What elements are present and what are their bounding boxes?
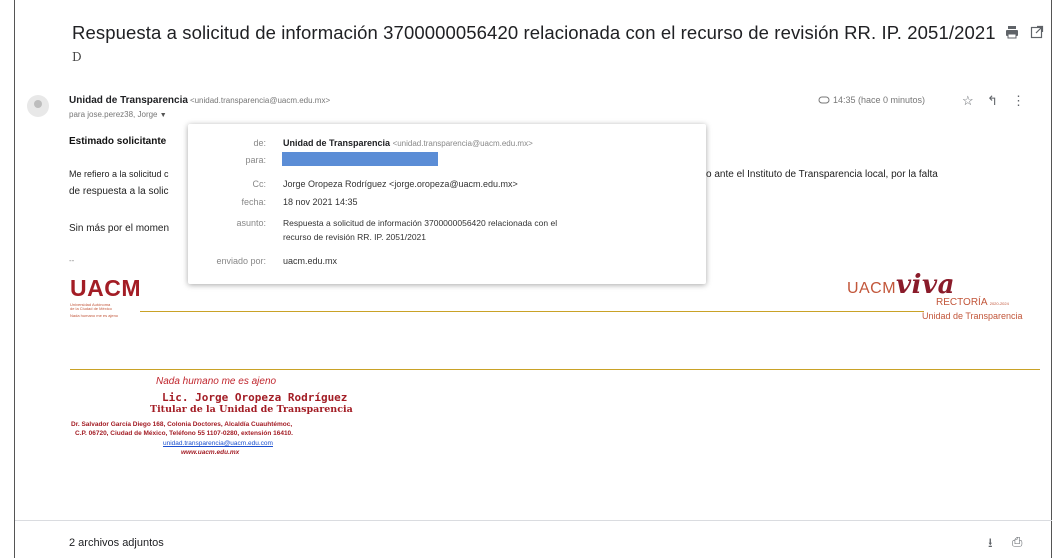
uacm-viva-text: UACM (846, 280, 897, 297)
popup-para-label: para: (245, 155, 266, 165)
add-to-drive-icon[interactable]: ⎙ (1012, 534, 1022, 550)
sender-name[interactable]: Unidad de Transparencia (69, 95, 188, 106)
signature-title: Titular de la Unidad de Transparencia (150, 404, 353, 415)
popup-cc-label: Cc: (252, 179, 267, 189)
signature-email-link[interactable]: unidad.transparencia@uacm.edu.com (163, 440, 273, 447)
popup-fecha-value: 18 nov 2021 14:35 (283, 197, 358, 207)
open-in-new-window-icon[interactable] (1029, 24, 1045, 40)
signature-address-1: Dr. Salvador García Diego 168, Colonia D… (71, 421, 293, 428)
email-greeting: Estimado solicitante (69, 136, 167, 147)
attachment-indicator-icon (818, 95, 830, 107)
uacm-logo: UACM (70, 275, 141, 301)
popup-de-value: Unidad de Transparencia <unidad.transpar… (283, 138, 533, 148)
star-icon[interactable]: ☆ (962, 93, 974, 109)
subject-label-icon[interactable]: D (72, 50, 82, 64)
rectoria-text: RECTORÍA (936, 297, 987, 308)
recipients-text: para jose.perez38, Jorge (69, 110, 158, 119)
popup-de-name: Unidad de Transparencia (283, 138, 391, 148)
attachments-label: 2 archivos adjuntos (69, 537, 164, 549)
reply-icon[interactable]: ↰ (987, 93, 998, 109)
logo-divider-line (140, 311, 924, 312)
popup-asunto-line-2: recurso de revisión RR. IP. 2051/2021 (283, 232, 427, 242)
popup-asunto-label: asunto: (236, 218, 266, 228)
email-time: 14:35 (hace 0 minutos) (833, 95, 926, 105)
popup-enviado-label: enviado por: (216, 256, 266, 266)
download-all-icon[interactable]: ⭳ (988, 534, 993, 556)
sender-avatar[interactable] (27, 95, 49, 117)
popup-fecha-label: fecha: (241, 197, 266, 207)
popup-de-email: <unidad.transparencia@uacm.edu.mx> (392, 139, 533, 148)
redacted-recipient (282, 152, 438, 166)
recipients-line[interactable]: para jose.perez38, Jorge ▼ (69, 110, 167, 119)
signature-top-line (70, 369, 1040, 370)
uacm-viva-logo: UACMviva (847, 270, 955, 300)
signature-motto: Nada humano me es ajeno (156, 376, 277, 387)
more-options-icon[interactable]: ⋮ (1012, 93, 1025, 109)
email-body-line-2: de respuesta a la solic (69, 186, 169, 197)
uacm-logo-sub-2: de la Ciudad de México (70, 306, 112, 311)
popup-cc-value: Jorge Oropeza Rodríguez <jorge.oropeza@u… (283, 179, 518, 189)
email-body-line-1-end: o ante el Instituto de Transparencia loc… (706, 169, 938, 180)
sender-email: <unidad.transparencia@uacm.edu.mx> (189, 96, 331, 105)
rectoria-years: 2020-2024 (989, 301, 1009, 306)
rectoria-label: RECTORÍA 2020-2024 (936, 297, 1009, 308)
popup-enviado-value: uacm.edu.mx (283, 256, 338, 266)
email-body-line-1-start: Me refiero a la solicitud c (69, 169, 169, 179)
signature-web-link[interactable]: www.uacm.edu.mx (181, 449, 239, 456)
chevron-down-icon[interactable]: ▼ (160, 112, 167, 119)
unidad-transparencia-logo-text: Unidad de Transparencia (922, 311, 1023, 321)
sender-details-popup: de: Unidad de Transparencia <unidad.tran… (188, 124, 706, 284)
signature-name: Lic. Jorge Oropeza Rodríguez (162, 391, 348, 404)
popup-de-label: de: (253, 138, 266, 148)
uacm-logo-sub-3: Nada humano me es ajeno (70, 313, 119, 318)
sender-line[interactable]: Unidad de Transparencia <unidad.transpare… (69, 95, 330, 106)
signature-separator: -- (69, 256, 75, 265)
email-body-line-3: Sin más por el momen (69, 223, 170, 234)
print-icon[interactable] (1004, 24, 1020, 40)
popup-asunto-line-1: Respuesta a solicitud de información 370… (283, 218, 558, 228)
signature-address-2: C.P. 06720, Ciudad de México, Teléfono 5… (75, 430, 293, 437)
email-subject: Respuesta a solicitud de información 370… (72, 22, 996, 43)
viva-text: viva (896, 270, 955, 300)
attachments-divider (15, 520, 1052, 521)
